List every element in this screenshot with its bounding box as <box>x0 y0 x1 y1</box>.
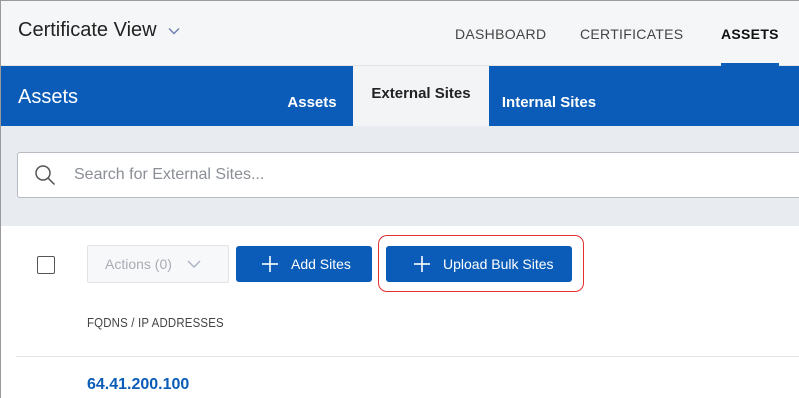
app-title: Certificate View <box>18 19 157 41</box>
tab-assets[interactable]: Assets <box>271 66 353 126</box>
chevron-down-icon <box>187 260 201 268</box>
search-box <box>17 152 799 198</box>
section-title: Assets <box>18 86 79 108</box>
actions-label: Actions (0) <box>105 256 172 272</box>
nav-assets[interactable]: ASSETS <box>721 1 779 66</box>
add-sites-button[interactable]: Add Sites <box>236 246 372 282</box>
section-header: Assets Assets External Sites Internal Si… <box>1 66 799 126</box>
search-input[interactable] <box>74 166 674 184</box>
app-switcher[interactable]: Certificate View <box>18 19 181 42</box>
tab-external-sites[interactable]: External Sites <box>353 66 489 126</box>
tab-internal-sites[interactable]: Internal Sites <box>489 66 609 126</box>
divider <box>16 356 799 357</box>
search-area <box>1 126 799 226</box>
site-address-link[interactable]: 64.41.200.100 <box>87 376 189 394</box>
top-header: Certificate View DASHBOARD CERTIFICATES … <box>1 1 799 66</box>
upload-bulk-sites-label: Upload Bulk Sites <box>443 256 554 272</box>
actions-dropdown[interactable]: Actions (0) <box>87 245 229 283</box>
chevron-down-icon <box>168 27 180 34</box>
column-header-fqdns[interactable]: FQDNS / IP ADDRESSES <box>87 315 224 330</box>
upload-bulk-sites-button[interactable]: Upload Bulk Sites <box>386 246 572 282</box>
nav-certificates[interactable]: CERTIFICATES <box>580 1 683 66</box>
plus-icon <box>262 256 278 272</box>
plus-icon <box>414 256 430 272</box>
select-all-checkbox[interactable] <box>37 256 55 274</box>
add-sites-label: Add Sites <box>291 256 351 272</box>
nav-dashboard[interactable]: DASHBOARD <box>455 1 546 66</box>
search-icon <box>35 165 56 186</box>
